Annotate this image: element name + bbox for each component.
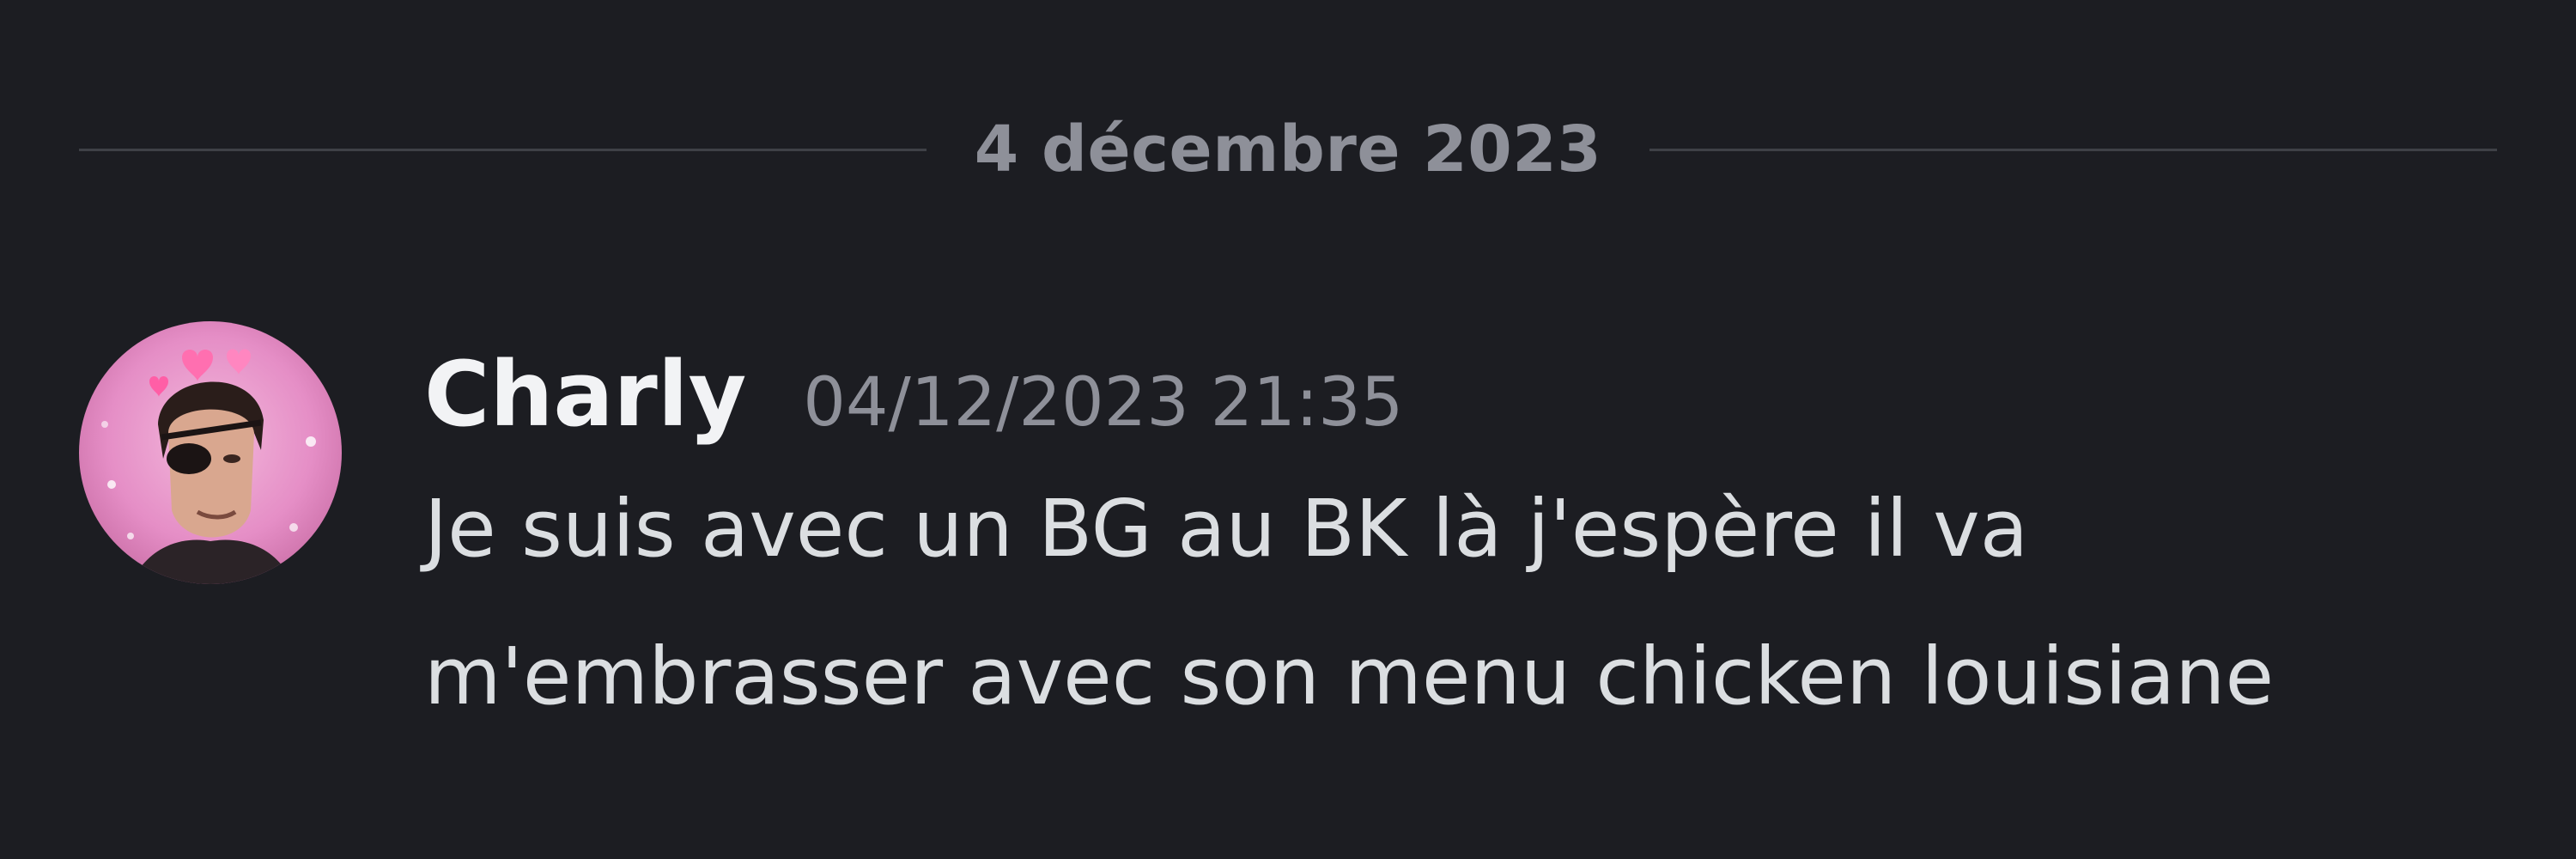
message-header: Charly 04/12/2023 21:35 xyxy=(424,342,1403,447)
chat-message[interactable]: Charly 04/12/2023 21:35 Je suis avec un … xyxy=(79,318,2518,799)
message-content: Je suis avec un BG au BK là j'espère il … xyxy=(424,455,2537,751)
divider-date: 4 décembre 2023 xyxy=(974,113,1602,186)
author-name[interactable]: Charly xyxy=(424,342,746,447)
date-divider: 4 décembre 2023 xyxy=(79,112,2498,187)
message-timestamp: 04/12/2023 21:35 xyxy=(803,364,1404,442)
avatar[interactable] xyxy=(79,321,342,584)
chat-canvas: 4 décembre 2023 Charly 04/12/2023 21:35 … xyxy=(0,0,2576,859)
divider-line-left xyxy=(79,148,927,151)
message-line: Je suis avec un BG au BK là j'espère il … xyxy=(424,483,2029,575)
avatar-image xyxy=(79,321,342,584)
divider-line-right xyxy=(1649,148,2498,151)
message-line: m'embrasser avec son menu chicken louisi… xyxy=(424,631,2275,722)
